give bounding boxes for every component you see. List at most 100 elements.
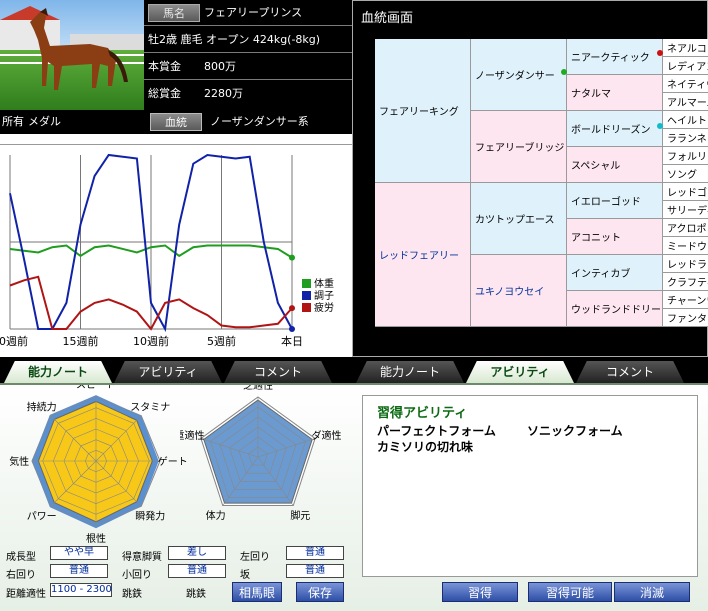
radar-label: パワー	[27, 510, 57, 522]
radar-label: 瞬発力	[135, 509, 165, 522]
condition-chart: 20週前 15週前 10週前 5週前 本日 体重調子疲労	[0, 144, 352, 350]
legend-label: 疲労	[314, 301, 334, 314]
distance-value: 1100 - 2300	[50, 583, 112, 597]
tab-abilities[interactable]: アビリティ	[114, 361, 222, 383]
tab-ability-note-right[interactable]: 能力ノート	[356, 361, 464, 383]
pedigree-sire: フェアリーキング	[375, 39, 471, 183]
sire-line: ノーザンダンサー系	[210, 115, 309, 128]
profile-row: 牡2歳 鹿毛 オープン 424kg(-8kg)	[144, 27, 352, 53]
ability-item[interactable]: パーフェクトフォーム	[377, 422, 496, 439]
pedigree-gen4: ファンタジーフォール	[663, 309, 708, 327]
total-prize-label: 総賞金	[148, 87, 181, 100]
bloodline-button[interactable]: 血統	[150, 113, 202, 131]
ability-radar-chart: スピードスタミナゲート瞬発力根性パワー気性持続力	[9, 385, 188, 545]
pedigree-gen4: ネイティヴダンサー	[663, 75, 708, 93]
x-tick-label: 10週前	[133, 334, 169, 348]
pedigree-gen4: クラフティーワイフ	[663, 273, 708, 291]
left-tab-bar: 能力ノート アビリティ コメント	[0, 357, 352, 383]
horse-info-panel: 馬名 フェアリープリンス 牡2歳 鹿毛 オープン 424kg(-8kg) 本賞金…	[144, 0, 352, 110]
pedigree-gen4: サリーディ	[663, 201, 708, 219]
pedigree-gen3: アコニット	[567, 219, 663, 255]
owner-name: メダル	[28, 115, 61, 128]
pedigree-gen3: インティカブ	[567, 255, 663, 291]
save-button[interactable]: 保存	[296, 582, 344, 602]
ability-list-box: 習得アビリティ パーフェクトフォーム ソニックフォーム カミソリの切れ味	[362, 395, 698, 577]
horse-image	[0, 0, 144, 110]
pedigree-gen3: ウッドランドドリー	[567, 291, 663, 327]
pedigree-gen4: ソング	[663, 165, 708, 183]
radar-label: スタミナ	[130, 402, 170, 414]
tab-ability-note[interactable]: 能力ノート	[4, 361, 112, 383]
radar-label: スピード	[76, 385, 116, 391]
horse-profile: 牡2歳 鹿毛 オープン 424kg(-8kg)	[148, 33, 321, 46]
tab-comment[interactable]: コメント	[224, 361, 332, 383]
inbreeding-marker-icon	[561, 69, 567, 75]
x-tick-label: 20週前	[0, 334, 28, 348]
condition-chart-svg: 20週前 15週前 10週前 5週前 本日 体重調子疲労	[0, 153, 334, 348]
x-tick-label: 本日	[281, 334, 303, 348]
pedigree-gen4: ヘイルトゥリーズン	[663, 111, 708, 129]
name-row: 馬名 フェアリープリンス	[144, 0, 352, 26]
slope-value: 普通	[286, 564, 344, 578]
exp2-label: 跳鉄	[186, 589, 206, 600]
pedigree-gen3: ニアークティック	[567, 39, 663, 75]
legend-swatch	[302, 291, 311, 300]
prize-value: 800万	[204, 60, 236, 73]
eye-button[interactable]: 相馬眼	[232, 582, 282, 602]
growth-label: 成長型	[6, 552, 36, 563]
growth-value: やや早	[50, 546, 108, 560]
pedigree-gen2: カツトップエース	[471, 183, 567, 255]
radar-label: 芝適性	[243, 385, 273, 392]
distance-label: 距離適性	[6, 589, 46, 600]
series-endpoint-2	[289, 305, 295, 312]
ability-list-title: 習得アビリティ	[377, 406, 468, 421]
abilities-panel: 習得アビリティ パーフェクトフォーム ソニックフォーム カミソリの切れ味 習得 …	[352, 383, 708, 611]
small-turn-value: 普通	[168, 564, 226, 578]
pedigree-gen4: ラランネ	[663, 129, 708, 147]
x-tick-label: 5週前	[207, 334, 236, 348]
style-value: 差し	[168, 546, 226, 560]
pedigree-gen2: ユキノヨウセイ	[471, 255, 567, 327]
owner-row: 所有 メダル 血統 ノーザンダンサー系	[0, 110, 352, 134]
pedigree-gen4: レディアンジェラ	[663, 57, 708, 75]
pedigree-gen4: アルマームード	[663, 93, 708, 111]
pedigree-gen4: レッドゴッド	[663, 183, 708, 201]
pedigree-table: フェアリーキング レッドフェアリー ノーザンダンサー フェアリーブリッジ カツトップエー…	[375, 39, 708, 327]
tab-abilities-right[interactable]: アビリティ	[466, 361, 574, 383]
ability-item[interactable]: カミソリの切れ味	[377, 438, 473, 455]
left-turn-label: 左回り	[240, 552, 270, 563]
pedigree-window: 血統画面 フェアリーキング レッドフェアリー ノーザンダンサー フェアリーブリッジ カツ…	[352, 0, 708, 357]
pedigree-gen2: ノーザンダンサー	[471, 39, 567, 111]
pedigree-dam: レッドフェアリー	[375, 183, 471, 327]
horse-name: フェアリープリンス	[204, 6, 303, 19]
radar-label: 重適性	[180, 429, 205, 442]
tab-comment-right[interactable]: コメント	[576, 361, 684, 383]
pedigree-gen4: ミードウスイート	[663, 237, 708, 255]
radar-label: 脚元	[290, 509, 310, 522]
learn-button[interactable]: 習得	[442, 582, 518, 602]
owner-label: 所有	[2, 115, 24, 128]
pedigree-gen4: アクロポリス	[663, 219, 708, 237]
legend-label: 調子	[314, 289, 334, 302]
learnable-button[interactable]: 習得可能	[528, 582, 612, 602]
pedigree-gen4: ネアルコ	[663, 39, 708, 57]
ability-item[interactable]: ソニックフォーム	[527, 422, 623, 439]
prize-label: 本賞金	[148, 60, 181, 73]
legend-label: 体重	[314, 277, 334, 290]
aptitude-radar-chart: 芝適性ダ適性脚元 体力 重適性	[180, 385, 341, 522]
erase-button[interactable]: 消滅	[614, 582, 690, 602]
style-label: 得意脚質	[122, 552, 162, 563]
inbreeding-marker-icon	[657, 50, 663, 56]
right-tab-bar: 能力ノート アビリティ コメント	[352, 357, 708, 383]
radar-label: ダ適性	[311, 429, 341, 442]
pedigree-gen4: フォルリ	[663, 147, 708, 165]
radar-label: 根性	[86, 532, 106, 545]
right-turn-label: 右回り	[6, 570, 36, 581]
radar-label: 気性	[9, 455, 29, 468]
horse-photo	[0, 0, 144, 110]
radar-label: 持続力	[27, 401, 57, 414]
x-tick-label: 15週前	[63, 334, 99, 348]
pedigree-gen3: スペシャル	[567, 147, 663, 183]
left-turn-value: 普通	[286, 546, 344, 560]
pedigree-gen4: チャーンウッド	[663, 291, 708, 309]
